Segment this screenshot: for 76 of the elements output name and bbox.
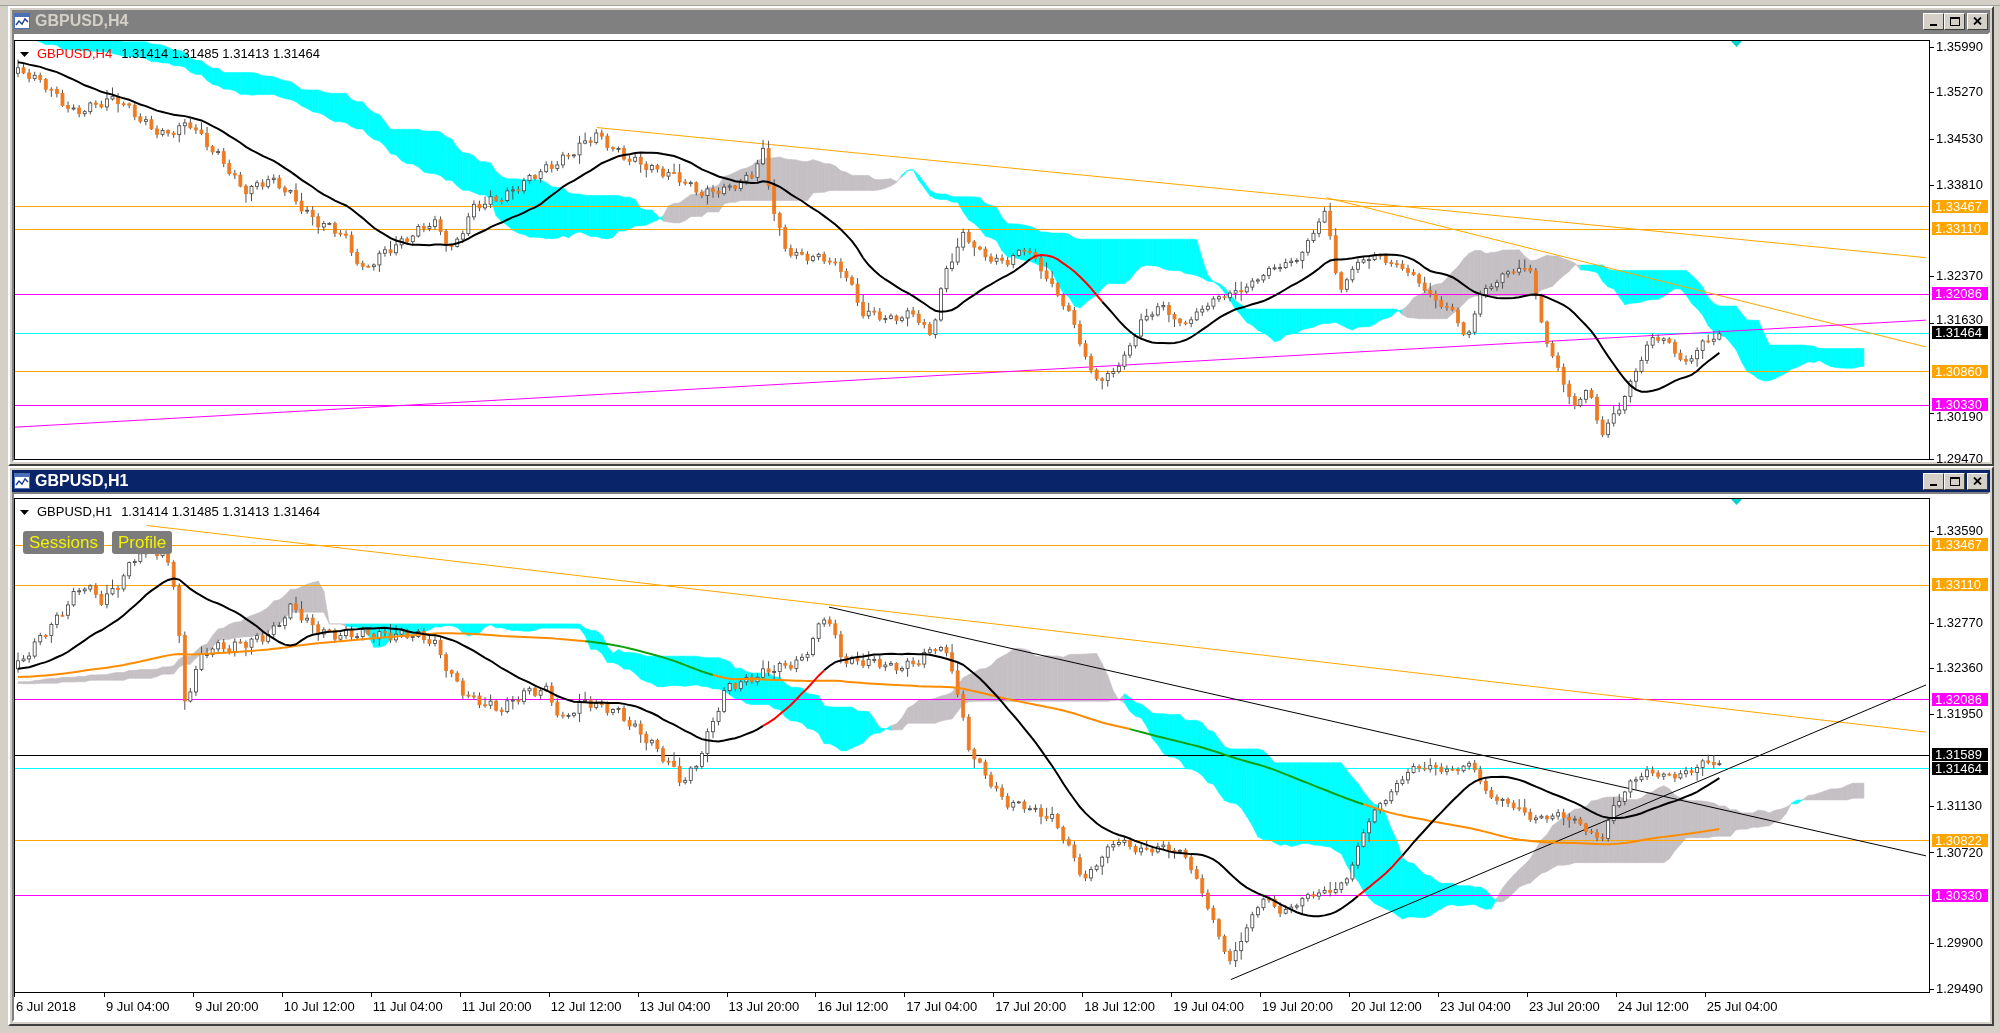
maximize-icon <box>1949 476 1960 486</box>
minimize-button[interactable] <box>1923 472 1944 490</box>
triangle-marker-icon[interactable] <box>1731 499 1742 505</box>
time-axis-label: 24 Jul 12:00 <box>1617 999 1689 1014</box>
caret-icon[interactable] <box>20 51 29 57</box>
time-axis-label: 17 Jul 04:00 <box>906 999 978 1014</box>
time-axis-label: 12 Jul 12:00 <box>550 999 622 1014</box>
time-axis-label: 23 Jul 04:00 <box>1439 999 1511 1014</box>
minimize-icon <box>1930 483 1937 486</box>
price-tag: 1.33110 <box>1932 222 1988 236</box>
price-tag: 1.33467 <box>1932 199 1988 213</box>
chart-overlay-button[interactable]: Profile <box>112 531 173 554</box>
close-icon <box>1973 17 1982 25</box>
ohlc-values: 1.31414 1.31485 1.31413 1.31464 <box>121 504 320 520</box>
time-axis-label: 19 Jul 04:00 <box>1173 999 1244 1014</box>
maximize-button[interactable] <box>1944 472 1965 490</box>
maximize-button[interactable] <box>1944 12 1965 30</box>
price-tag: 1.30860 <box>1932 364 1988 378</box>
time-axis-label: 13 Jul 20:00 <box>728 999 800 1014</box>
window-title-bar[interactable]: GBPUSD,H4 <box>12 10 1990 32</box>
time-axis-label: 23 Jul 20:00 <box>1528 999 1600 1014</box>
price-axis-label: 1.34530 <box>1936 133 1983 146</box>
price-axis-label: 1.32360 <box>1936 662 1983 675</box>
price-axis-label: 1.31630 <box>1936 314 1983 327</box>
price-tag: 1.30330 <box>1932 888 1988 902</box>
chart-overlay-button[interactable]: Sessions <box>23 531 104 554</box>
triangle-marker-icon[interactable] <box>1731 41 1742 47</box>
price-axis-label: 1.29900 <box>1936 937 1983 950</box>
time-axis-label: 9 Jul 04:00 <box>106 999 170 1014</box>
price-axis-label: 1.35990 <box>1936 41 1983 53</box>
time-axis-label: 10 Jul 12:00 <box>283 999 355 1014</box>
close-icon <box>1973 477 1982 485</box>
price-axis-label: 1.32370 <box>1936 269 1983 282</box>
close-button[interactable] <box>1967 12 1988 30</box>
time-axis-label: 9 Jul 20:00 <box>194 999 259 1014</box>
price-tag: 1.31464 <box>1932 326 1988 340</box>
time-axis-label: 16 Jul 12:00 <box>817 999 889 1014</box>
window-title-bar[interactable]: GBPUSD,H1 <box>12 470 1990 492</box>
close-button[interactable] <box>1967 472 1988 490</box>
time-axis-label: 6 Jul 2018 <box>16 999 76 1014</box>
time-axis-label: 18 Jul 12:00 <box>1084 999 1156 1014</box>
price-axis-label: 1.33810 <box>1936 178 1983 191</box>
chart-window-icon <box>14 13 30 29</box>
price-tag: 1.31589 <box>1932 748 1988 761</box>
time-axis-label: 13 Jul 04:00 <box>639 999 711 1014</box>
chart-window-icon <box>14 473 30 489</box>
price-axis-label: 1.32770 <box>1936 616 1983 629</box>
price-tag: 1.33467 <box>1932 538 1988 552</box>
price-axis-label: 1.29470 <box>1936 453 1983 465</box>
price-tag: 1.32086 <box>1932 287 1988 301</box>
minimize-icon <box>1930 23 1937 26</box>
price-axis-label: 1.35270 <box>1936 86 1983 99</box>
caret-icon[interactable] <box>20 509 29 515</box>
chart-symbol: GBPUSD,H4 <box>37 46 113 62</box>
price-axis-label: 1.31950 <box>1936 708 1983 721</box>
price-tag: 1.32086 <box>1932 692 1988 706</box>
time-axis-label: 11 Jul 20:00 <box>461 999 532 1014</box>
price-tag: 1.30822 <box>1932 833 1988 847</box>
maximize-icon <box>1949 16 1960 26</box>
chart-symbol: GBPUSD,H1 <box>37 504 113 520</box>
window-title: GBPUSD,H4 <box>35 11 129 31</box>
price-axis-label: 1.30190 <box>1936 411 1983 424</box>
minimize-button[interactable] <box>1923 12 1944 30</box>
window-title: GBPUSD,H1 <box>35 471 129 491</box>
time-axis-label: 11 Jul 04:00 <box>372 999 443 1014</box>
price-axis-label: 1.29490 <box>1936 983 1983 995</box>
time-axis-label: 25 Jul 04:00 <box>1706 999 1778 1014</box>
time-axis-label: 17 Jul 20:00 <box>995 999 1067 1014</box>
time-axis-label: 19 Jul 20:00 <box>1262 999 1333 1014</box>
price-axis-label: 1.31130 <box>1936 799 1983 812</box>
price-tag: 1.33110 <box>1932 578 1988 592</box>
price-axis-label: 1.33590 <box>1936 525 1983 537</box>
price-tag: 1.30330 <box>1932 398 1988 412</box>
price-axis-label: 1.30720 <box>1936 846 1983 859</box>
price-tag: 1.31464 <box>1932 762 1988 775</box>
time-axis-label: 20 Jul 12:00 <box>1351 999 1422 1014</box>
